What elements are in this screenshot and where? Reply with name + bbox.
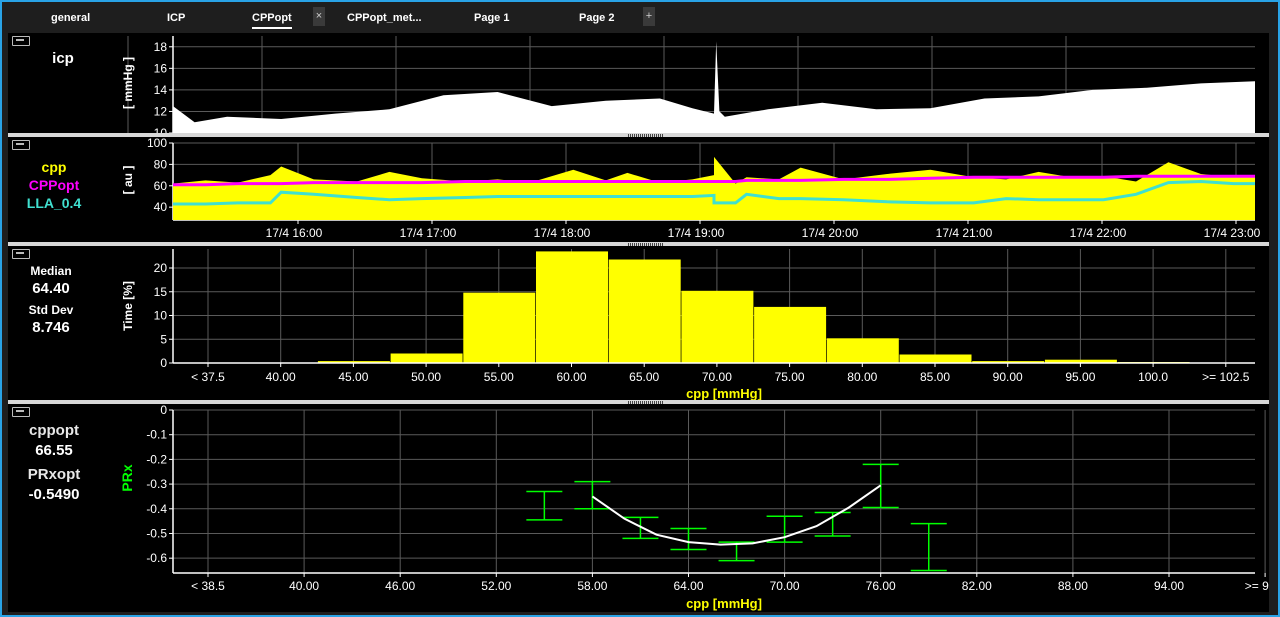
- histogram-bar: [899, 354, 972, 363]
- x-tick-label: 17/4 16:00: [266, 226, 323, 240]
- tab-cppopt[interactable]: CPPopt: [252, 2, 292, 32]
- x-tick-label: 70.00: [770, 579, 800, 593]
- x-tick-label: 17/4 17:00: [400, 226, 457, 240]
- icp-chart: 10 12 14 16 18 [ mmHg ]: [121, 36, 1255, 133]
- y-tick-label: -0.1: [146, 428, 167, 442]
- histogram-bar: [608, 259, 681, 363]
- x-tick-label: 58.00: [577, 579, 607, 593]
- x-tick-label: >= 102.5: [1202, 370, 1250, 384]
- x-tick-label: 85.00: [920, 370, 950, 384]
- icp-panel: icp 10 12 14 16 18[ mmHg ]: [8, 33, 1269, 133]
- add-tab-icon[interactable]: +: [643, 7, 655, 26]
- y-tick-label: 16: [154, 61, 168, 75]
- y-tick-label: 0: [160, 404, 167, 417]
- y-tick-label: 12: [154, 104, 168, 118]
- x-tick-label: 76.00: [866, 579, 896, 593]
- tab-page-1[interactable]: Page 1: [474, 2, 509, 32]
- y-axis-label: [ mmHg ]: [121, 57, 135, 109]
- x-tick-label: 17/4 18:00: [534, 226, 591, 240]
- x-tick-label: 70.00: [702, 370, 732, 384]
- x-tick-label: 64.00: [673, 579, 703, 593]
- x-tick-label: 52.00: [481, 579, 511, 593]
- y-tick-label: 20: [154, 261, 168, 275]
- histogram-bar: [681, 290, 754, 363]
- y-axis-label: PRx: [119, 464, 135, 491]
- x-tick-label: 88.00: [1058, 579, 1088, 593]
- cpp-panel: cpp CPPopt LLA_0.4 40 60 80 100[ au ] 17/4 1…: [8, 137, 1269, 242]
- y-tick-label: -0.3: [146, 477, 167, 491]
- x-tick-label: 50.00: [411, 370, 441, 384]
- x-tick-label: 40.00: [266, 370, 296, 384]
- x-tick-label: < 38.5: [191, 579, 225, 593]
- histogram-bar: [826, 338, 899, 363]
- x-tick-label: 46.00: [385, 579, 415, 593]
- prx-panel: cppopt 66.55 PRxopt -0.5490 0 -0.1 -0.2 -0.…: [8, 404, 1269, 612]
- y-tick-label: 10: [154, 126, 168, 133]
- x-tick-label: 94.00: [1154, 579, 1184, 593]
- y-axis-label: [ au ]: [121, 166, 135, 195]
- x-tick-label: 60.00: [556, 370, 586, 384]
- histogram-bar: [536, 251, 608, 363]
- x-tick-label: 75.00: [775, 370, 805, 384]
- x-tick-label: 17/4 23:00: [1204, 226, 1261, 240]
- x-tick-label: 80.00: [847, 370, 877, 384]
- x-tick-label: 40.00: [289, 579, 319, 593]
- x-tick-label: 82.00: [962, 579, 992, 593]
- y-tick-label: -0.2: [146, 452, 167, 466]
- tab-icp[interactable]: ICP: [167, 2, 185, 32]
- y-axis-label: Time [%]: [121, 281, 135, 331]
- cpp-histogram-chart: 0 5 10 15 20 Time [%] < 37.5 40.00 45.00 50.00 55.…: [121, 249, 1255, 400]
- y-tick-label: 10: [154, 309, 168, 323]
- x-tick-label: 90.00: [993, 370, 1023, 384]
- app-window: general ICP CPPopt × CPPopt_met... Page …: [0, 0, 1280, 617]
- x-tick-label: 17/4 22:00: [1070, 226, 1127, 240]
- tab-cppopt-met[interactable]: CPPopt_met...: [347, 2, 422, 32]
- tab-general[interactable]: general: [51, 2, 90, 32]
- y-tick-label: 0: [160, 356, 167, 370]
- x-tick-label: 55.00: [484, 370, 514, 384]
- x-axis-label: cpp [mmHg]: [686, 596, 762, 611]
- y-tick-label: 100: [147, 137, 167, 150]
- y-tick-label: 18: [154, 40, 168, 54]
- y-tick-label: 80: [154, 157, 168, 171]
- cpp-area-series: [173, 156, 1255, 220]
- prx-chart: 0 -0.1 -0.2 -0.3 -0.4 -0.5 -0.6 PRx < 38.5 40.00 4…: [119, 404, 1269, 611]
- cpp-chart: 40 60 80 100 [ au ] 17/4 16:00 17/4 17:00 17/4 …: [121, 137, 1261, 240]
- x-tick-label: < 37.5: [191, 370, 225, 384]
- x-tick-label: 17/4 21:00: [936, 226, 993, 240]
- histogram-bar: [754, 306, 827, 363]
- y-tick-label: 40: [154, 200, 168, 214]
- icp-area-series: [173, 41, 1255, 133]
- x-tick-label: 17/4 19:00: [668, 226, 725, 240]
- x-tick-label: 45.00: [338, 370, 368, 384]
- y-tick-label: 5: [160, 332, 167, 346]
- histogram-panel: Median 64.40 Std Dev 8.746 0 5 10 15 20 Time …: [8, 246, 1269, 400]
- x-tick-label: 17/4 20:00: [802, 226, 859, 240]
- tab-page-2[interactable]: Page 2: [579, 2, 614, 32]
- y-tick-label: -0.5: [146, 526, 167, 540]
- y-tick-label: 60: [154, 179, 168, 193]
- histogram-bar: [390, 353, 463, 363]
- y-tick-label: -0.6: [146, 551, 167, 565]
- tab-bar: general ICP CPPopt × CPPopt_met... Page …: [2, 2, 1278, 32]
- close-icon[interactable]: ×: [313, 7, 325, 26]
- y-tick-label: 15: [154, 285, 168, 299]
- x-tick-label: 100.0: [1138, 370, 1168, 384]
- x-tick-label: 65.00: [629, 370, 659, 384]
- y-tick-label: -0.4: [146, 502, 167, 516]
- y-tick-label: 14: [154, 83, 168, 97]
- histogram-bar: [463, 292, 536, 363]
- x-tick-label: >= 98.5: [1245, 579, 1269, 593]
- x-axis-label: cpp [mmHg]: [686, 386, 762, 400]
- x-tick-label: 95.00: [1065, 370, 1095, 384]
